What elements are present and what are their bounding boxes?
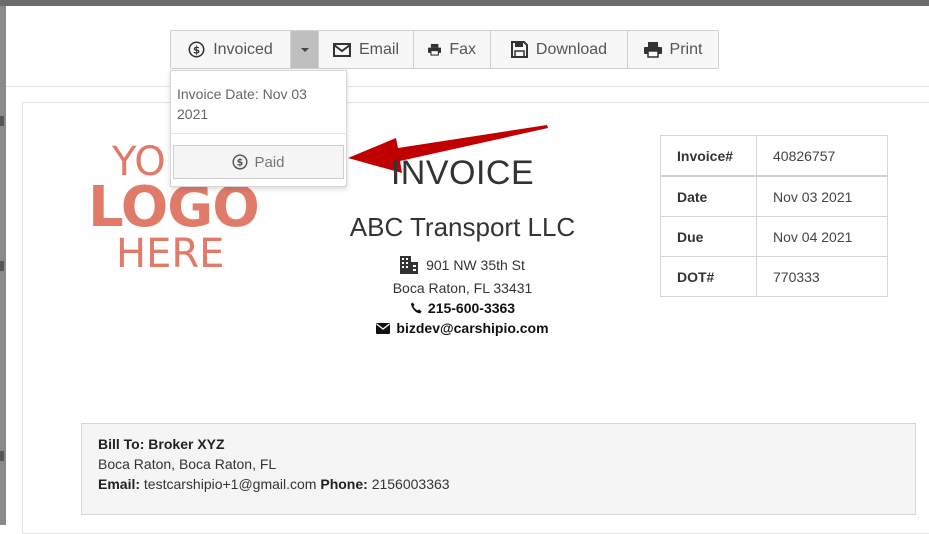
bill-to-line-1: Bill To: Broker XYZ [98,434,899,454]
bill-to-panel: Bill To: Broker XYZ Boca Raton, Boca Rat… [81,423,916,515]
bill-to-contact: Email: testcarshipio+1@gmail.com Phone: … [98,474,899,494]
detail-value: Nov 03 2021 [756,175,888,217]
download-button[interactable]: Download [491,31,628,68]
table-row: Invoice# 40826757 [660,135,888,177]
bill-to-name: Broker XYZ [148,436,225,452]
backdrop-mark [0,116,4,126]
bill-to-label: Bill To: [98,436,145,452]
bill-to-email: testcarshipio+1@gmail.com [143,476,317,492]
fax-button[interactable]: Fax [414,31,491,68]
caret-down-icon [300,47,309,52]
table-row: Date Nov 03 2021 [660,175,888,217]
invoice-details-table: Invoice# 40826757 Date Nov 03 2021 Due N… [660,135,888,297]
paid-label: Paid [254,153,285,171]
invoiced-label: Invoiced [213,40,273,58]
invoice-toolbar: $ Invoiced Email Fax Download Print [170,30,719,69]
building-icon [400,256,419,274]
floppy-disk-icon [510,41,528,58]
bill-to-phone-label: Phone: [320,476,368,492]
company-phone: 215-600-3363 [330,300,595,316]
printer-icon [643,42,662,58]
dropdown-divider [171,133,346,134]
backdrop-mark [0,451,4,461]
download-label: Download [535,40,608,58]
company-name: ABC Transport LLC [349,212,576,242]
svg-text:$: $ [237,158,244,169]
table-row: DOT# 770333 [660,256,888,297]
envelope-icon [376,322,391,334]
print-button[interactable]: Print [628,31,718,68]
mark-paid-button[interactable]: $ Paid [173,145,344,179]
svg-text:$: $ [193,45,200,56]
invoiced-button[interactable]: $ Invoiced [171,31,291,68]
bill-to-email-label: Email: [98,476,141,492]
detail-value: 770333 [756,256,888,297]
dollar-circle-icon: $ [188,41,205,58]
envelope-icon [333,42,351,57]
invoice-title: INVOICE [390,154,535,192]
bill-to-address: Boca Raton, Boca Raton, FL [98,456,277,472]
detail-value: Nov 04 2021 [756,216,888,257]
detail-value: 40826757 [756,135,888,177]
table-row: Due Nov 04 2021 [660,216,888,257]
status-dropdown-menu: Invoice Date: Nov 03 2021 $ Paid [170,70,347,187]
phone-text: 215-600-3363 [427,300,516,316]
email-label: Email [358,40,399,58]
invoice-date-text: Invoice Date: Nov 03 2021 [177,86,307,122]
logo-line-3: HERE [116,231,225,277]
logo-line-2: LOGO [88,175,260,240]
print-label: Print [669,40,703,58]
fax-label: Fax [449,40,476,58]
fax-icon [428,43,442,56]
dollar-circle-icon: $ [232,154,249,170]
address-line-1: 901 NW 35th St [426,257,525,273]
company-address-line-2: Boca Raton, FL 33431 [392,280,533,296]
detail-key: Date [660,175,757,217]
status-dropdown-toggle[interactable] [291,31,319,68]
detail-key: Due [660,216,757,257]
phone-icon [410,302,422,314]
email-text: bizdev@carshipio.com [396,320,549,336]
email-button[interactable]: Email [319,31,414,68]
modal-header-divider [6,86,929,87]
company-email: bizdev@carshipio.com [330,320,595,336]
bill-to-phone: 2156003363 [371,476,450,492]
detail-key: Invoice# [660,135,757,177]
backdrop-mark [0,261,4,271]
company-address-line-1: 901 NW 35th St [330,256,595,274]
detail-key: DOT# [660,256,757,297]
